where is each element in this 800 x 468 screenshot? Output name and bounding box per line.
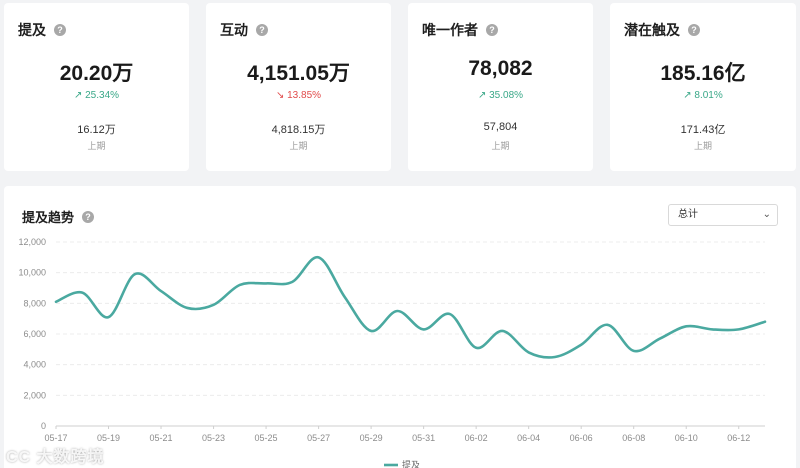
question-circle-icon[interactable]: ? [82, 210, 95, 223]
card-previous-label: 上期 [491, 141, 510, 151]
arrow-down-right-icon: ↘ [275, 90, 285, 101]
card-value: 20.20万 [59, 62, 134, 85]
y-tick-label: 12,000 [18, 237, 46, 247]
x-tick-label: 06-10 [675, 433, 698, 443]
x-tick-label: 06-02 [465, 433, 488, 443]
card-value: 78,082 [468, 57, 533, 80]
card-previous-value: 16.12万 [77, 124, 116, 136]
x-tick-label: 05-27 [307, 433, 330, 443]
card-title: 唯一作者 ? [422, 20, 498, 40]
card-potential-reach: 潜在触及 ? 185.16亿 ↗ 8.01% 171.43亿 上期 [610, 3, 796, 171]
card-change-value: 13.85% [287, 90, 322, 101]
y-tick-label: 6,000 [23, 329, 46, 339]
question-circle-icon[interactable]: ? [486, 24, 498, 36]
y-tick-label: 10,000 [18, 268, 46, 278]
x-tick-label: 05-25 [255, 433, 278, 443]
card-previous-value: 57,804 [483, 121, 518, 133]
card-mentions: 提及 ? 20.20万 ↗ 25.34% 16.12万 上期 [4, 3, 189, 171]
card-change-value: 35.08% [489, 90, 524, 101]
watermark-logo: CC 大数跨境 [6, 449, 105, 466]
x-tick-label: 05-29 [360, 433, 383, 443]
question-circle-icon[interactable]: ? [688, 24, 700, 36]
arrow-up-right-icon: ↗ [73, 90, 83, 101]
y-tick-label: 0 [41, 421, 46, 431]
x-tick-label: 05-31 [412, 433, 435, 443]
trend-title: 提及趋势 ? [22, 207, 95, 226]
y-tick-label: 4,000 [23, 360, 46, 370]
y-tick-label: 2,000 [23, 390, 46, 400]
chevron-down-icon: ⌄ [762, 209, 771, 220]
card-title: 互动 ? [220, 20, 268, 40]
x-tick-label: 05-23 [202, 433, 225, 443]
summary-cards: 提及 ? 20.20万 ↗ 25.34% 16.12万 上期 互动 ? 4,15… [0, 0, 800, 178]
card-change-value: 25.34% [85, 90, 120, 101]
x-tick-label: 05-19 [97, 433, 120, 443]
card-previous-label: 上期 [289, 141, 308, 151]
card-value: 185.16亿 [660, 62, 746, 85]
question-circle-icon[interactable]: ? [54, 24, 66, 36]
card-title: 潜在触及 ? [624, 20, 700, 40]
card-title-text: 互动 [220, 22, 248, 38]
card-title-text: 潜在触及 [624, 22, 680, 38]
arrow-up-right-icon: ↗ [683, 90, 692, 101]
x-tick-label: 06-04 [517, 433, 540, 443]
trend-title-text: 提及趋势 [22, 210, 75, 225]
card-change: ↗ 8.01% [610, 90, 796, 101]
legend-label: 提及 [402, 460, 420, 468]
card-title: 提及 ? [18, 20, 66, 40]
arrow-up-right-icon: ↗ [477, 90, 487, 101]
trend-chart: 0 2,000 4,000 6,000 8,000 10,000 12,000 05-17 05… [18, 237, 767, 468]
card-unique-authors: 唯一作者 ? 78,082 ↗ 35.08% 57,804 上期 [408, 3, 593, 171]
question-circle-icon[interactable]: ? [256, 24, 268, 36]
aggregation-select[interactable]: 总计 ⌄ [668, 204, 778, 226]
x-tick-label: 06-08 [622, 433, 645, 443]
card-previous-value: 171.43亿 [680, 124, 726, 136]
x-tick-label: 06-12 [727, 433, 750, 443]
x-tick-label: 05-21 [150, 433, 173, 443]
card-value: 4,151.05万 [247, 62, 350, 85]
card-change: ↗ 35.08% [408, 90, 593, 101]
x-tick-label: 06-06 [570, 433, 593, 443]
y-tick-label: 8,000 [23, 298, 46, 308]
card-interactions: 互动 ? 4,151.05万 ↘ 13.85% 4,818.15万 上期 [206, 3, 391, 171]
card-change-value: 8.01% [694, 90, 723, 101]
card-previous-label: 上期 [87, 141, 106, 151]
aggregation-select-value: 总计 [678, 209, 698, 220]
card-previous-value: 4,818.15万 [271, 124, 326, 136]
card-change: ↘ 13.85% [206, 90, 391, 101]
card-title-text: 唯一作者 [422, 22, 478, 38]
card-change: ↗ 25.34% [4, 90, 189, 101]
card-title-text: 提及 [18, 22, 46, 38]
x-tick-label: 05-17 [44, 433, 67, 443]
card-previous-label: 上期 [693, 141, 712, 151]
